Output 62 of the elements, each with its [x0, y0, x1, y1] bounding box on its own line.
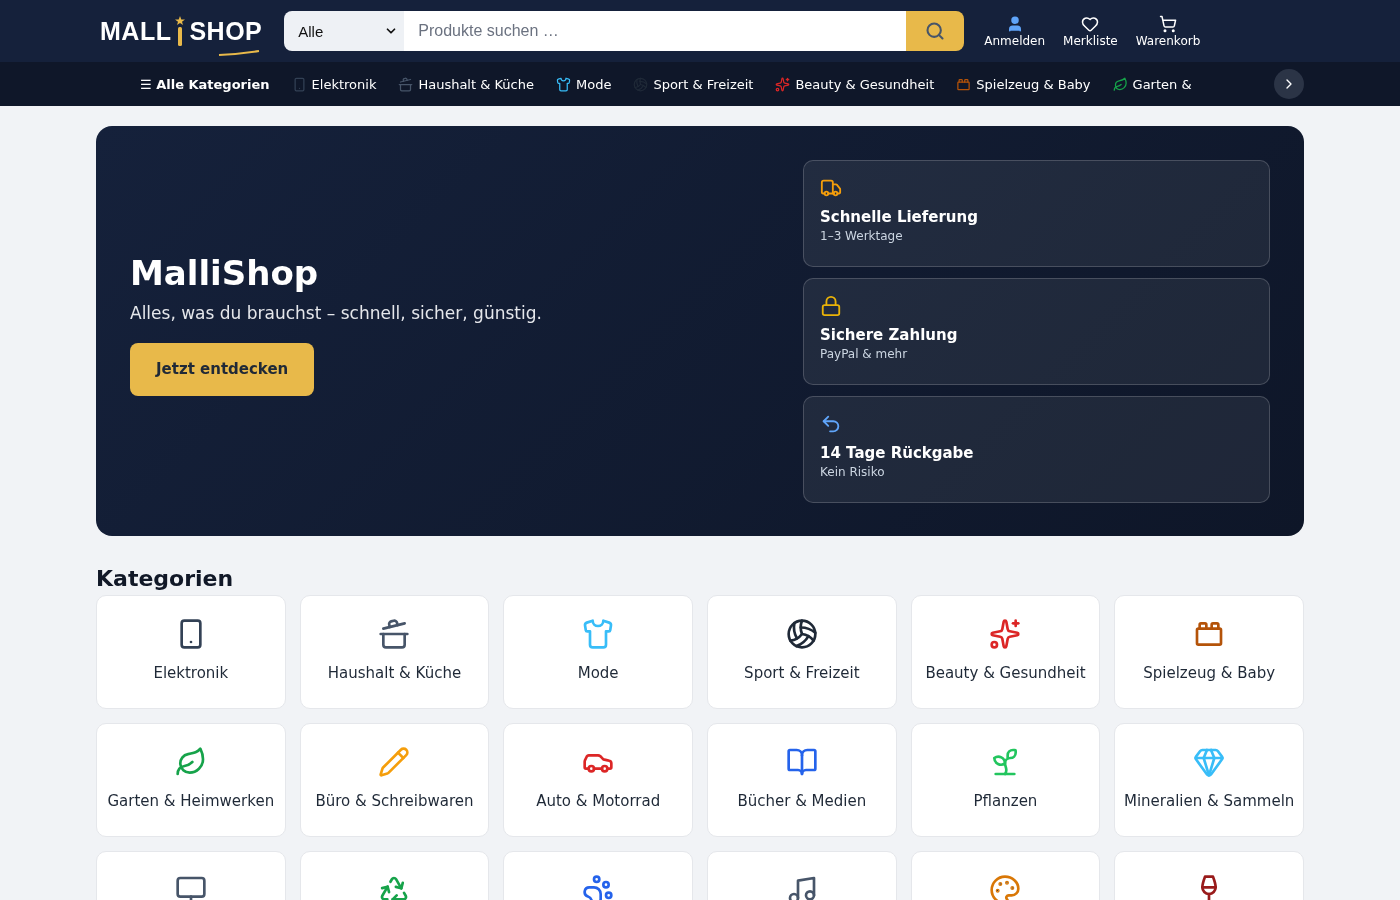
sparkles-icon: [775, 76, 791, 92]
hero-title: MalliShop: [130, 252, 319, 293]
scroll-right-button[interactable]: [1274, 69, 1304, 99]
all-categories-link[interactable]: ☰ Alle Kategorien: [140, 76, 270, 92]
sparkles-icon: [989, 618, 1022, 650]
search-field[interactable]: Produkte suchen …: [404, 11, 907, 51]
palette-icon: [989, 874, 1022, 900]
leaf-icon: [174, 746, 207, 778]
category-tile[interactable]: Sport & Freizeit: [707, 595, 897, 709]
category-tile[interactable]: Garten & Heimwerken: [96, 723, 286, 837]
nav-category-link[interactable]: Spielzeug & Baby: [956, 76, 1091, 92]
logo-text: MALL: [100, 16, 172, 46]
header-action-link[interactable]: Warenkorb: [1135, 14, 1201, 48]
category-tile[interactable]: Auto & Motorrad: [503, 723, 693, 837]
book-icon: [785, 746, 818, 778]
category-tile[interactable]: Mode: [503, 595, 693, 709]
lock-icon: [820, 294, 842, 317]
feature-title: 14 Tage Rückgabe: [820, 443, 975, 462]
logo-smile-drawing: [218, 50, 261, 56]
nav-category-link[interactable]: Elektronik: [291, 76, 377, 92]
cart-icon: [1159, 14, 1177, 33]
category-tile[interactable]: Büro & Schreibwaren: [299, 723, 490, 837]
category-tile[interactable]: Spielzeug & Baby: [1114, 595, 1304, 709]
feature-text: 1–3 Werktage: [820, 228, 904, 243]
nav-category-link[interactable]: Haushalt & Küche: [398, 76, 534, 92]
header-action-link[interactable]: Anmelden: [984, 14, 1046, 48]
cooking-pot-icon: [398, 76, 414, 92]
search-button[interactable]: [906, 11, 965, 51]
category-tile[interactable]: Pflanzen: [910, 723, 1101, 837]
hero-subtitle: Alles, was du brauchst – schnell, sicher, günstig.: [130, 302, 542, 323]
leaf-icon: [1112, 76, 1128, 92]
discover-button[interactable]: Jetzt entdecken: [130, 342, 315, 396]
feature-title: Schnelle Lieferung: [820, 207, 979, 226]
toy-brick-icon: [956, 76, 972, 92]
category-tile[interactable]: Mineralien & Sammeln: [1114, 723, 1304, 837]
feature-text: Kein Risiko: [820, 464, 886, 479]
shirt-icon: [556, 76, 571, 92]
logo-text: SHOP: [189, 16, 263, 46]
category-tile[interactable]: Elektronik: [96, 595, 286, 709]
section-heading: Kategorien: [96, 566, 235, 591]
search-icon: [925, 21, 946, 41]
pencil-icon: [378, 746, 411, 778]
monitor-icon: [174, 874, 207, 900]
logo-figure-icon: [175, 16, 186, 46]
category-select[interactable]: Alle: [284, 11, 405, 51]
category-tile[interactable]: Beauty & Gesundheit: [910, 595, 1101, 709]
paw-icon: [582, 874, 615, 900]
smartphone-icon: [291, 76, 307, 92]
nav-category-link[interactable]: Garten &: [1112, 76, 1192, 92]
shirt-icon: [582, 618, 615, 650]
cooking-pot-icon: [378, 618, 411, 650]
nav-category-link[interactable]: Beauty & Gesundheit: [775, 76, 935, 92]
category-tile[interactable]: Bücher & Medien: [707, 723, 897, 837]
heart-icon: [1081, 14, 1100, 33]
nav-category-link[interactable]: Mode: [556, 76, 612, 92]
feature-title: Sichere Zahlung: [820, 325, 959, 344]
category-tile[interactable]: Haushalt & Küche: [299, 595, 490, 709]
ball-icon: [785, 618, 818, 650]
header-action-link[interactable]: Merkliste: [1063, 14, 1118, 48]
feature-text: PayPal & mehr: [820, 346, 909, 361]
gem-icon: [1193, 746, 1226, 778]
nav-category-link[interactable]: Sport & Freizeit: [633, 76, 754, 92]
